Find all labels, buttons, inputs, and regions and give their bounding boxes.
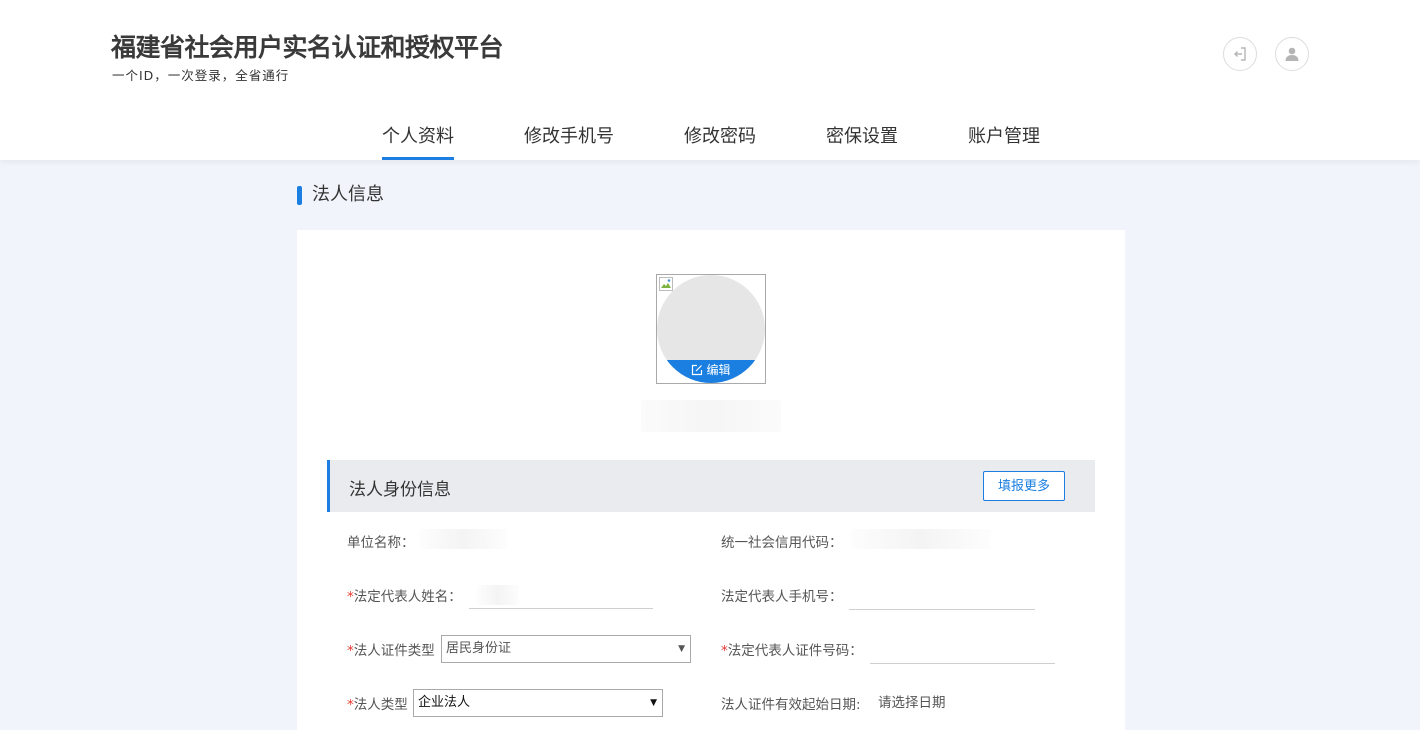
unit-name-label: 单位名称：	[347, 535, 415, 551]
required-mark: *	[347, 697, 354, 713]
avatar-placeholder: 编辑	[657, 275, 765, 383]
avatar[interactable]: 编辑	[656, 274, 766, 384]
tab-profile[interactable]: 个人资料	[382, 122, 454, 160]
credit-code-label: 统一社会信用代码：	[721, 535, 843, 551]
cert-type-label: 法人证件类型	[353, 643, 435, 659]
rep-phone-input[interactable]	[849, 583, 1035, 610]
credit-code-value	[851, 529, 991, 549]
avatar-edit-label: 编辑	[706, 363, 731, 377]
user-icon	[1285, 47, 1299, 61]
required-mark: *	[347, 643, 354, 659]
dropdown-arrow-icon: ▼	[650, 698, 657, 708]
cert-no-input[interactable]	[870, 637, 1055, 664]
panel-title: 法人身份信息	[349, 480, 451, 500]
cert-no-label-wrap: *法定代表人证件号码：	[721, 639, 863, 659]
cert-type-label-wrap: *法人证件类型	[347, 639, 435, 659]
rep-name-label-wrap: *法定代表人姓名：	[347, 585, 462, 605]
main-nav: 个人资料 修改手机号 修改密码 密保设置 账户管理	[0, 120, 1420, 160]
section-title: 法人信息	[297, 184, 384, 206]
legal-type-label-wrap: *法人类型	[347, 693, 408, 713]
cert-start-date-input[interactable]	[878, 690, 1018, 716]
user-name-display	[641, 400, 781, 432]
rep-name-value	[477, 585, 519, 605]
logout-icon	[1234, 47, 1246, 61]
rep-name-label: 法定代表人姓名：	[353, 589, 462, 605]
legal-type-value: 企业法人	[418, 695, 471, 710]
dropdown-arrow-icon: ▼	[678, 644, 685, 654]
required-mark: *	[721, 643, 728, 659]
cert-type-select[interactable]: 居民身份证 ▼	[441, 635, 691, 663]
cert-type-value: 居民身份证	[446, 641, 512, 656]
top-header: 福建省社会用户实名认证和授权平台 一个ID，一次登录，全省通行 个人资料 修改手…	[0, 0, 1420, 160]
tab-security-settings[interactable]: 密保设置	[826, 122, 898, 160]
tab-change-password[interactable]: 修改密码	[684, 122, 756, 160]
avatar-edit-button[interactable]: 编辑	[657, 360, 765, 383]
edit-icon	[692, 364, 703, 376]
tab-change-phone[interactable]: 修改手机号	[524, 122, 614, 160]
fill-more-button[interactable]: 填报更多	[983, 471, 1065, 501]
user-button[interactable]	[1275, 37, 1309, 71]
unit-name-value	[419, 529, 507, 549]
legal-type-label: 法人类型	[353, 697, 408, 713]
legal-identity-panel: 法人身份信息 填报更多	[327, 460, 1095, 512]
legal-type-select[interactable]: 企业法人 ▼	[413, 689, 663, 717]
tab-account-management[interactable]: 账户管理	[968, 122, 1040, 160]
cert-no-label: 法定代表人证件号码：	[727, 643, 863, 659]
required-mark: *	[347, 589, 354, 605]
profile-card: 编辑 法人身份信息 填报更多 单位名称： 统一社会信用代码： *法定代表人姓名：…	[297, 230, 1125, 730]
cert-start-label: 法人证件有效起始日期:	[721, 697, 861, 713]
broken-image-icon	[659, 277, 673, 291]
site-subtitle: 一个ID，一次登录，全省通行	[112, 68, 290, 83]
logout-button[interactable]	[1223, 37, 1257, 71]
rep-phone-label: 法定代表人手机号：	[721, 589, 843, 605]
site-title: 福建省社会用户实名认证和授权平台	[111, 33, 504, 62]
